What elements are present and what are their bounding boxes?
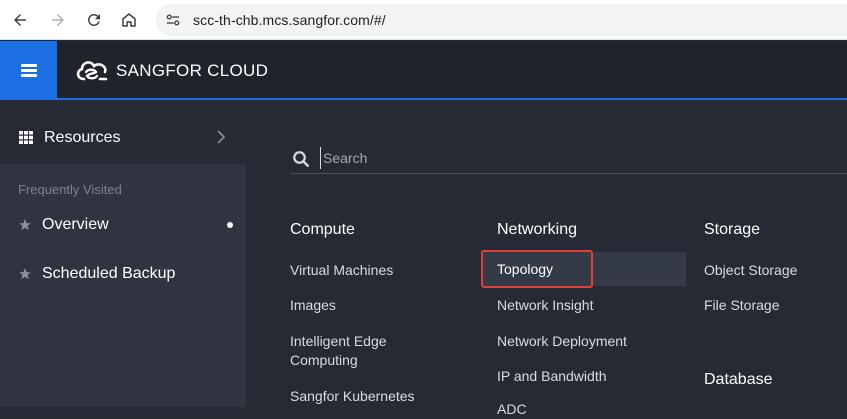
- sidebar-item-resources[interactable]: Resources: [0, 102, 246, 164]
- category-title-networking: Networking: [497, 221, 578, 238]
- category-title-database: Database: [704, 371, 773, 388]
- menu-button[interactable]: [0, 41, 57, 100]
- hamburger-icon: [20, 64, 37, 77]
- sidebar-item-scheduled-backup[interactable]: Scheduled Backup: [0, 257, 246, 293]
- link-sangfor-kubernetes[interactable]: Sangfor Kubernetes: [290, 387, 415, 406]
- arrow-right-icon: [52, 14, 64, 26]
- chevron-right-icon: [217, 130, 226, 144]
- category-title-compute: Compute: [290, 221, 355, 238]
- back-button[interactable]: [6, 6, 34, 34]
- link-intelligent-edge-computing[interactable]: Intelligent Edge Computing: [290, 332, 440, 370]
- reload-icon: [88, 13, 100, 26]
- active-indicator-dot: [227, 222, 233, 228]
- reload-button[interactable]: [80, 6, 108, 34]
- sidebar-item-label: Scheduled Backup: [42, 265, 176, 282]
- service-catalog-panel: Compute Virtual Machines Images Intellig…: [246, 102, 847, 417]
- search-input[interactable]: [320, 147, 820, 169]
- link-adc[interactable]: ADC: [497, 400, 527, 419]
- brand-logo[interactable]: SANGFOR CLOUD: [74, 57, 268, 85]
- sangfor-cloud-logo-icon: [76, 61, 108, 81]
- search-bar: [290, 138, 847, 174]
- search-icon: [293, 151, 309, 167]
- link-file-storage[interactable]: File Storage: [704, 296, 779, 315]
- address-bar[interactable]: scc-th-chb.mcs.sangfor.com/#/: [156, 4, 847, 36]
- link-topology[interactable]: Topology: [497, 261, 553, 277]
- forward-button[interactable]: [44, 6, 72, 34]
- category-title-storage: Storage: [704, 221, 761, 238]
- link-ip-and-bandwidth[interactable]: IP and Bandwidth: [497, 367, 607, 386]
- home-icon: [122, 13, 136, 27]
- link-network-insight[interactable]: Network Insight: [497, 296, 593, 315]
- sidebar-item-label: Resources: [44, 129, 121, 146]
- app-header: SANGFOR CLOUD: [0, 41, 847, 100]
- arrow-left-icon: [14, 14, 26, 26]
- site-info-icon[interactable]: [164, 11, 182, 29]
- home-button[interactable]: [115, 6, 143, 34]
- section-label-frequently-visited: Frequently Visited: [18, 182, 122, 197]
- url-text: scc-th-chb.mcs.sangfor.com/#/: [193, 12, 386, 28]
- link-images[interactable]: Images: [290, 296, 336, 315]
- link-object-storage[interactable]: Object Storage: [704, 261, 797, 280]
- grid-icon: [19, 131, 33, 144]
- star-icon: [19, 219, 31, 231]
- link-network-deployment[interactable]: Network Deployment: [497, 332, 627, 351]
- star-icon: [19, 268, 31, 280]
- sidebar-item-label: Overview: [42, 216, 109, 233]
- sidebar-item-overview[interactable]: Overview: [0, 208, 246, 244]
- browser-toolbar: scc-th-chb.mcs.sangfor.com/#/: [0, 0, 847, 40]
- brand-name: SANGFOR CLOUD: [116, 61, 269, 80]
- link-virtual-machines[interactable]: Virtual Machines: [290, 261, 393, 280]
- sidebar: Resources Frequently Visited Overview Sc…: [0, 102, 246, 407]
